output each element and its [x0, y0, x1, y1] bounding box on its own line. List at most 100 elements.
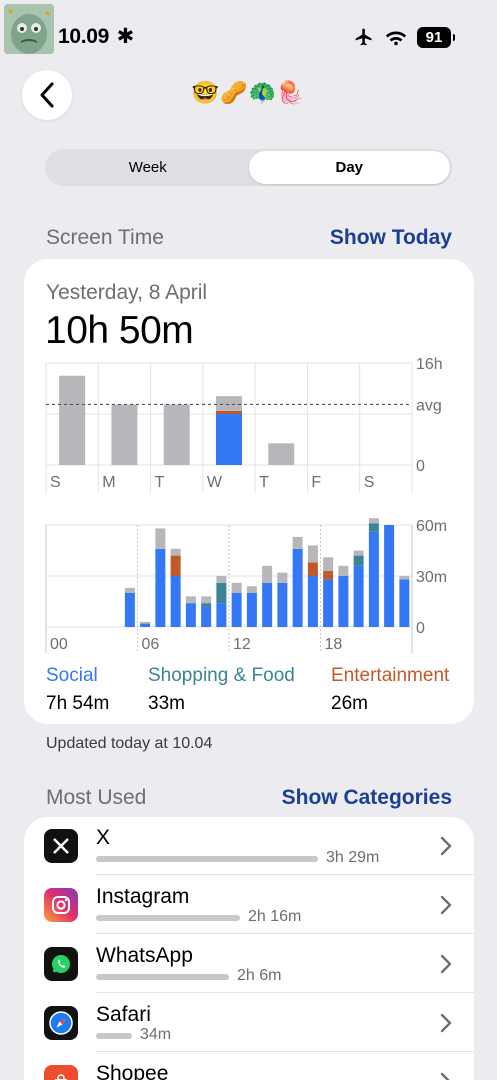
show-today-link[interactable]: Show Today [330, 226, 452, 250]
hour-bar-segment [170, 548, 181, 556]
app-usage-time: 3h 29m [326, 849, 380, 866]
hour-bar-segment [307, 562, 318, 576]
legend-value: 7h 54m [46, 693, 110, 714]
hour-bar-segment [124, 593, 135, 627]
hour-bar-segment [201, 603, 212, 607]
screen-time-card: Yesterday, 8 April 10h 50m S M T W T F S 16h avg… [24, 259, 474, 724]
hour-bar-segment [353, 555, 364, 566]
app-name: Safari [96, 1003, 151, 1026]
hour-bar-segment [323, 579, 334, 627]
battery-level: 91 [425, 28, 443, 46]
safari-icon [44, 1006, 78, 1040]
hour-bar-segment [140, 623, 151, 627]
updated-timestamp: Updated today at 10.04 [46, 735, 213, 752]
hour-bar-segment [323, 570, 334, 580]
svg-text:★: ★ [7, 7, 14, 16]
tab-day[interactable]: Day [248, 151, 450, 184]
app-usage-time: 2h 16m [248, 908, 302, 925]
usage-bar [96, 1033, 132, 1039]
x-icon [44, 829, 78, 863]
device-name-emojis: 🤓🥜🦚🪼 [191, 80, 306, 105]
hour-bar-segment [353, 550, 364, 556]
legend-shopping-food: Shopping & Food 33m [148, 665, 295, 715]
most-used-header: Most Used Show Categories [46, 786, 452, 810]
tab-week[interactable]: Week [47, 151, 249, 184]
row-divider [96, 992, 474, 993]
clock: 10.09 ✱ [58, 24, 134, 49]
section-title-screen-time: Screen Time [46, 226, 164, 249]
hour-bar-segment [277, 572, 288, 583]
legend-social: Social 7h 54m [46, 665, 109, 715]
app-name: Shopee [96, 1062, 169, 1080]
legend-name: Social [46, 665, 98, 686]
app-row-shopee[interactable]: Shopee [24, 1053, 474, 1080]
usage-bar [96, 974, 229, 980]
row-divider [96, 874, 474, 875]
usage-bar [96, 856, 318, 862]
hour-bar-segment [399, 579, 410, 627]
hourly-chart: 00 06 12 18 60m 30m 0 [45, 518, 447, 653]
hour-bar-segment [140, 621, 151, 624]
hour-bar-segment [368, 531, 379, 627]
usage-bar [96, 915, 240, 921]
instagram-icon [44, 888, 78, 922]
hour-bar-segment [368, 523, 379, 532]
avatar: ★ ★ [4, 4, 54, 54]
hour-bar-segment [231, 593, 242, 627]
hour-bar-segment [124, 587, 135, 593]
legend-value: 26m [331, 693, 368, 714]
hour-bar-segment [384, 525, 395, 627]
show-categories-link[interactable]: Show Categories [282, 786, 452, 810]
clock-time: 10.09 [58, 25, 110, 48]
hour-bar-segment [262, 565, 273, 583]
y-tick-label: 30m [416, 569, 447, 586]
app-row-safari[interactable]: Safari 34m [24, 994, 474, 1052]
chevron-right-icon [440, 895, 452, 915]
battery-icon: 91 [417, 26, 455, 48]
hour-bar-segment [155, 548, 166, 627]
hour-tick-label: 06 [142, 636, 160, 653]
most-used-card: X 3h 29m Instagram 2h 16m WhatsApp 2h 6m… [24, 817, 474, 1080]
hour-bar-segment [262, 582, 273, 627]
hour-bar-segment [185, 603, 196, 627]
hour-bar-segment [170, 555, 181, 576]
app-row-x[interactable]: X 3h 29m [24, 817, 474, 875]
app-row-whatsapp[interactable]: WhatsApp 2h 6m [24, 935, 474, 993]
app-name: Instagram [96, 885, 190, 908]
y-tick-label: 60m [416, 518, 447, 535]
hour-bar-segment [292, 548, 303, 627]
hour-bar-segment [201, 596, 212, 604]
legend-name: Entertainment [331, 665, 450, 686]
hour-bar-segment [353, 565, 364, 627]
wifi-icon [385, 31, 407, 46]
app-row-instagram[interactable]: Instagram 2h 16m [24, 876, 474, 934]
hour-bar-segment [231, 582, 242, 593]
hour-bar-segment [155, 528, 166, 549]
hour-bar-segment [170, 576, 181, 627]
chevron-right-icon [440, 954, 452, 974]
app-name: WhatsApp [96, 944, 193, 967]
hour-tick-label: 12 [233, 636, 251, 653]
hour-bar-segment [277, 582, 288, 627]
status-bar: ★ ★ 10.09 ✱ 91 [0, 0, 497, 60]
whatsapp-icon [44, 947, 78, 981]
legend-name: Shopping & Food [148, 665, 295, 686]
legend-value: 33m [148, 693, 185, 714]
status-icons: 91 [353, 24, 455, 50]
row-divider [96, 1051, 474, 1052]
hour-bar-segment [323, 557, 334, 571]
hour-bar-segment [216, 603, 227, 627]
row-divider [96, 933, 474, 934]
asterisk-icon: ✱ [116, 25, 135, 48]
svg-text:★: ★ [44, 9, 51, 18]
hour-bar-segment [185, 596, 196, 604]
hour-bar-segment [307, 576, 318, 627]
screen-time-header: Screen Time Show Today [46, 226, 452, 250]
period-segmented-control: Week Day [45, 149, 452, 186]
hour-bar-segment [292, 536, 303, 549]
chevron-right-icon [440, 1072, 450, 1080]
app-name: X [96, 826, 111, 849]
shopee-icon [44, 1065, 78, 1080]
hour-bar-segment [216, 582, 227, 604]
hour-tick-label: 00 [50, 636, 68, 653]
